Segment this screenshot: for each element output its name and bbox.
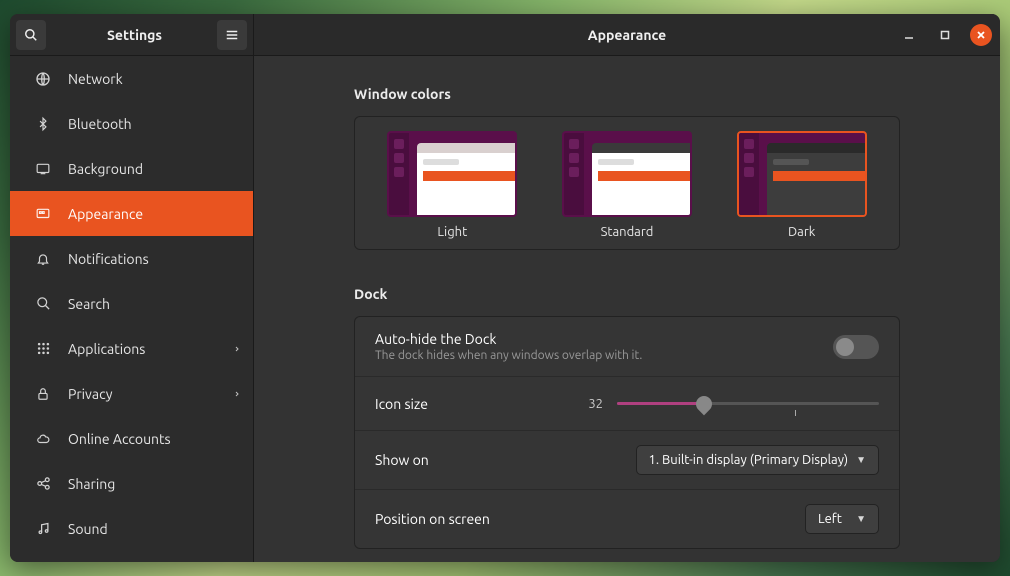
chevron-right-icon xyxy=(233,388,241,400)
dock-position-row: Position on screen Left ▼ xyxy=(355,490,899,548)
dock-iconsize-row: Icon size 32 xyxy=(355,377,899,431)
chevron-down-icon: ▼ xyxy=(856,513,866,525)
showon-value: 1. Built-in display (Primary Display) xyxy=(649,453,849,467)
sidebar-item-label: Bluetooth xyxy=(68,116,132,132)
sidebar-item-label: Applications xyxy=(68,341,145,357)
sidebar-item-label: Online Accounts xyxy=(68,431,171,447)
sidebar-item-appearance[interactable]: Appearance xyxy=(10,191,253,236)
sidebar-item-privacy[interactable]: Privacy xyxy=(10,371,253,416)
sidebar: Network Bluetooth Background Appearance Noti… xyxy=(10,56,254,562)
sidebar-item-online-accounts[interactable]: Online Accounts xyxy=(10,416,253,461)
hamburger-button[interactable] xyxy=(217,20,247,50)
minimize-button[interactable] xyxy=(898,24,920,46)
privacy-icon xyxy=(34,385,52,403)
showon-select[interactable]: 1. Built-in display (Primary Display) ▼ xyxy=(636,445,879,475)
theme-option-standard[interactable]: Standard xyxy=(562,131,692,239)
cloud-icon xyxy=(34,430,52,448)
dock-autohide-row: Auto-hide the Dock The dock hides when a… xyxy=(355,317,899,377)
minimize-icon xyxy=(904,30,914,40)
titlebar-left: Settings xyxy=(10,14,254,55)
appearance-icon xyxy=(34,205,52,223)
sharing-icon xyxy=(34,475,52,493)
search-icon xyxy=(34,295,52,313)
sidebar-item-label: Search xyxy=(68,296,110,312)
position-value: Left xyxy=(818,512,842,526)
sidebar-item-notifications[interactable]: Notifications xyxy=(10,236,253,281)
notifications-icon xyxy=(34,250,52,268)
chevron-down-icon: ▼ xyxy=(856,454,866,466)
titlebar: Settings Appearance xyxy=(10,14,1000,56)
search-icon xyxy=(24,28,38,42)
theme-thumb-dark xyxy=(737,131,867,217)
position-label: Position on screen xyxy=(375,511,805,527)
close-icon xyxy=(976,30,986,40)
titlebar-right: Appearance xyxy=(254,14,1000,55)
sidebar-item-label: Sharing xyxy=(68,476,115,492)
dock-showon-row: Show on 1. Built-in display (Primary Dis… xyxy=(355,431,899,490)
sidebar-item-label: Privacy xyxy=(68,386,112,402)
close-button[interactable] xyxy=(970,24,992,46)
window-controls xyxy=(898,14,992,56)
sidebar-item-applications[interactable]: Applications xyxy=(10,326,253,371)
window-colors-title: Window colors xyxy=(354,86,900,102)
settings-window: Settings Appearance Netw xyxy=(10,14,1000,562)
showon-label: Show on xyxy=(375,452,636,468)
hamburger-icon xyxy=(225,28,239,42)
iconsize-label: Icon size xyxy=(375,396,579,412)
bluetooth-icon xyxy=(34,115,52,133)
switch-knob xyxy=(836,338,854,356)
sidebar-item-background[interactable]: Background xyxy=(10,146,253,191)
theme-thumb-standard xyxy=(562,131,692,217)
content-area: Window colors Light Standard xyxy=(254,56,1000,562)
sound-icon xyxy=(34,520,52,538)
window-body: Network Bluetooth Background Appearance Noti… xyxy=(10,56,1000,562)
page-title: Appearance xyxy=(254,27,1000,43)
autohide-subtitle: The dock hides when any windows overlap … xyxy=(375,349,833,362)
sidebar-item-sharing[interactable]: Sharing xyxy=(10,461,253,506)
theme-label-dark: Dark xyxy=(788,225,815,239)
sidebar-item-label: Appearance xyxy=(68,206,143,222)
network-icon xyxy=(34,70,52,88)
settings-title: Settings xyxy=(52,27,217,43)
dock-title: Dock xyxy=(354,286,900,302)
iconsize-control: 32 xyxy=(579,394,879,414)
dock-box: Auto-hide the Dock The dock hides when a… xyxy=(354,316,900,549)
search-button[interactable] xyxy=(16,20,46,50)
sidebar-item-network[interactable]: Network xyxy=(10,56,253,101)
sidebar-item-label: Sound xyxy=(68,521,108,537)
sidebar-item-label: Notifications xyxy=(68,251,149,267)
sidebar-item-bluetooth[interactable]: Bluetooth xyxy=(10,101,253,146)
theme-label-light: Light xyxy=(437,225,467,239)
theme-label-standard: Standard xyxy=(601,225,654,239)
position-select[interactable]: Left ▼ xyxy=(805,504,879,534)
sidebar-item-search[interactable]: Search xyxy=(10,281,253,326)
iconsize-value: 32 xyxy=(579,397,603,411)
background-icon xyxy=(34,160,52,178)
sidebar-item-sound[interactable]: Sound xyxy=(10,506,253,551)
autohide-label: Auto-hide the Dock xyxy=(375,331,833,347)
maximize-icon xyxy=(940,30,950,40)
theme-thumb-light xyxy=(387,131,517,217)
iconsize-slider[interactable] xyxy=(617,394,879,414)
sidebar-item-label: Background xyxy=(68,161,143,177)
chevron-right-icon xyxy=(233,343,241,355)
sidebar-item-label: Network xyxy=(68,71,123,87)
theme-option-dark[interactable]: Dark xyxy=(737,131,867,239)
window-colors-box: Light Standard Dark xyxy=(354,116,900,250)
theme-option-light[interactable]: Light xyxy=(387,131,517,239)
maximize-button[interactable] xyxy=(934,24,956,46)
applications-icon xyxy=(34,340,52,358)
autohide-switch[interactable] xyxy=(833,335,879,359)
